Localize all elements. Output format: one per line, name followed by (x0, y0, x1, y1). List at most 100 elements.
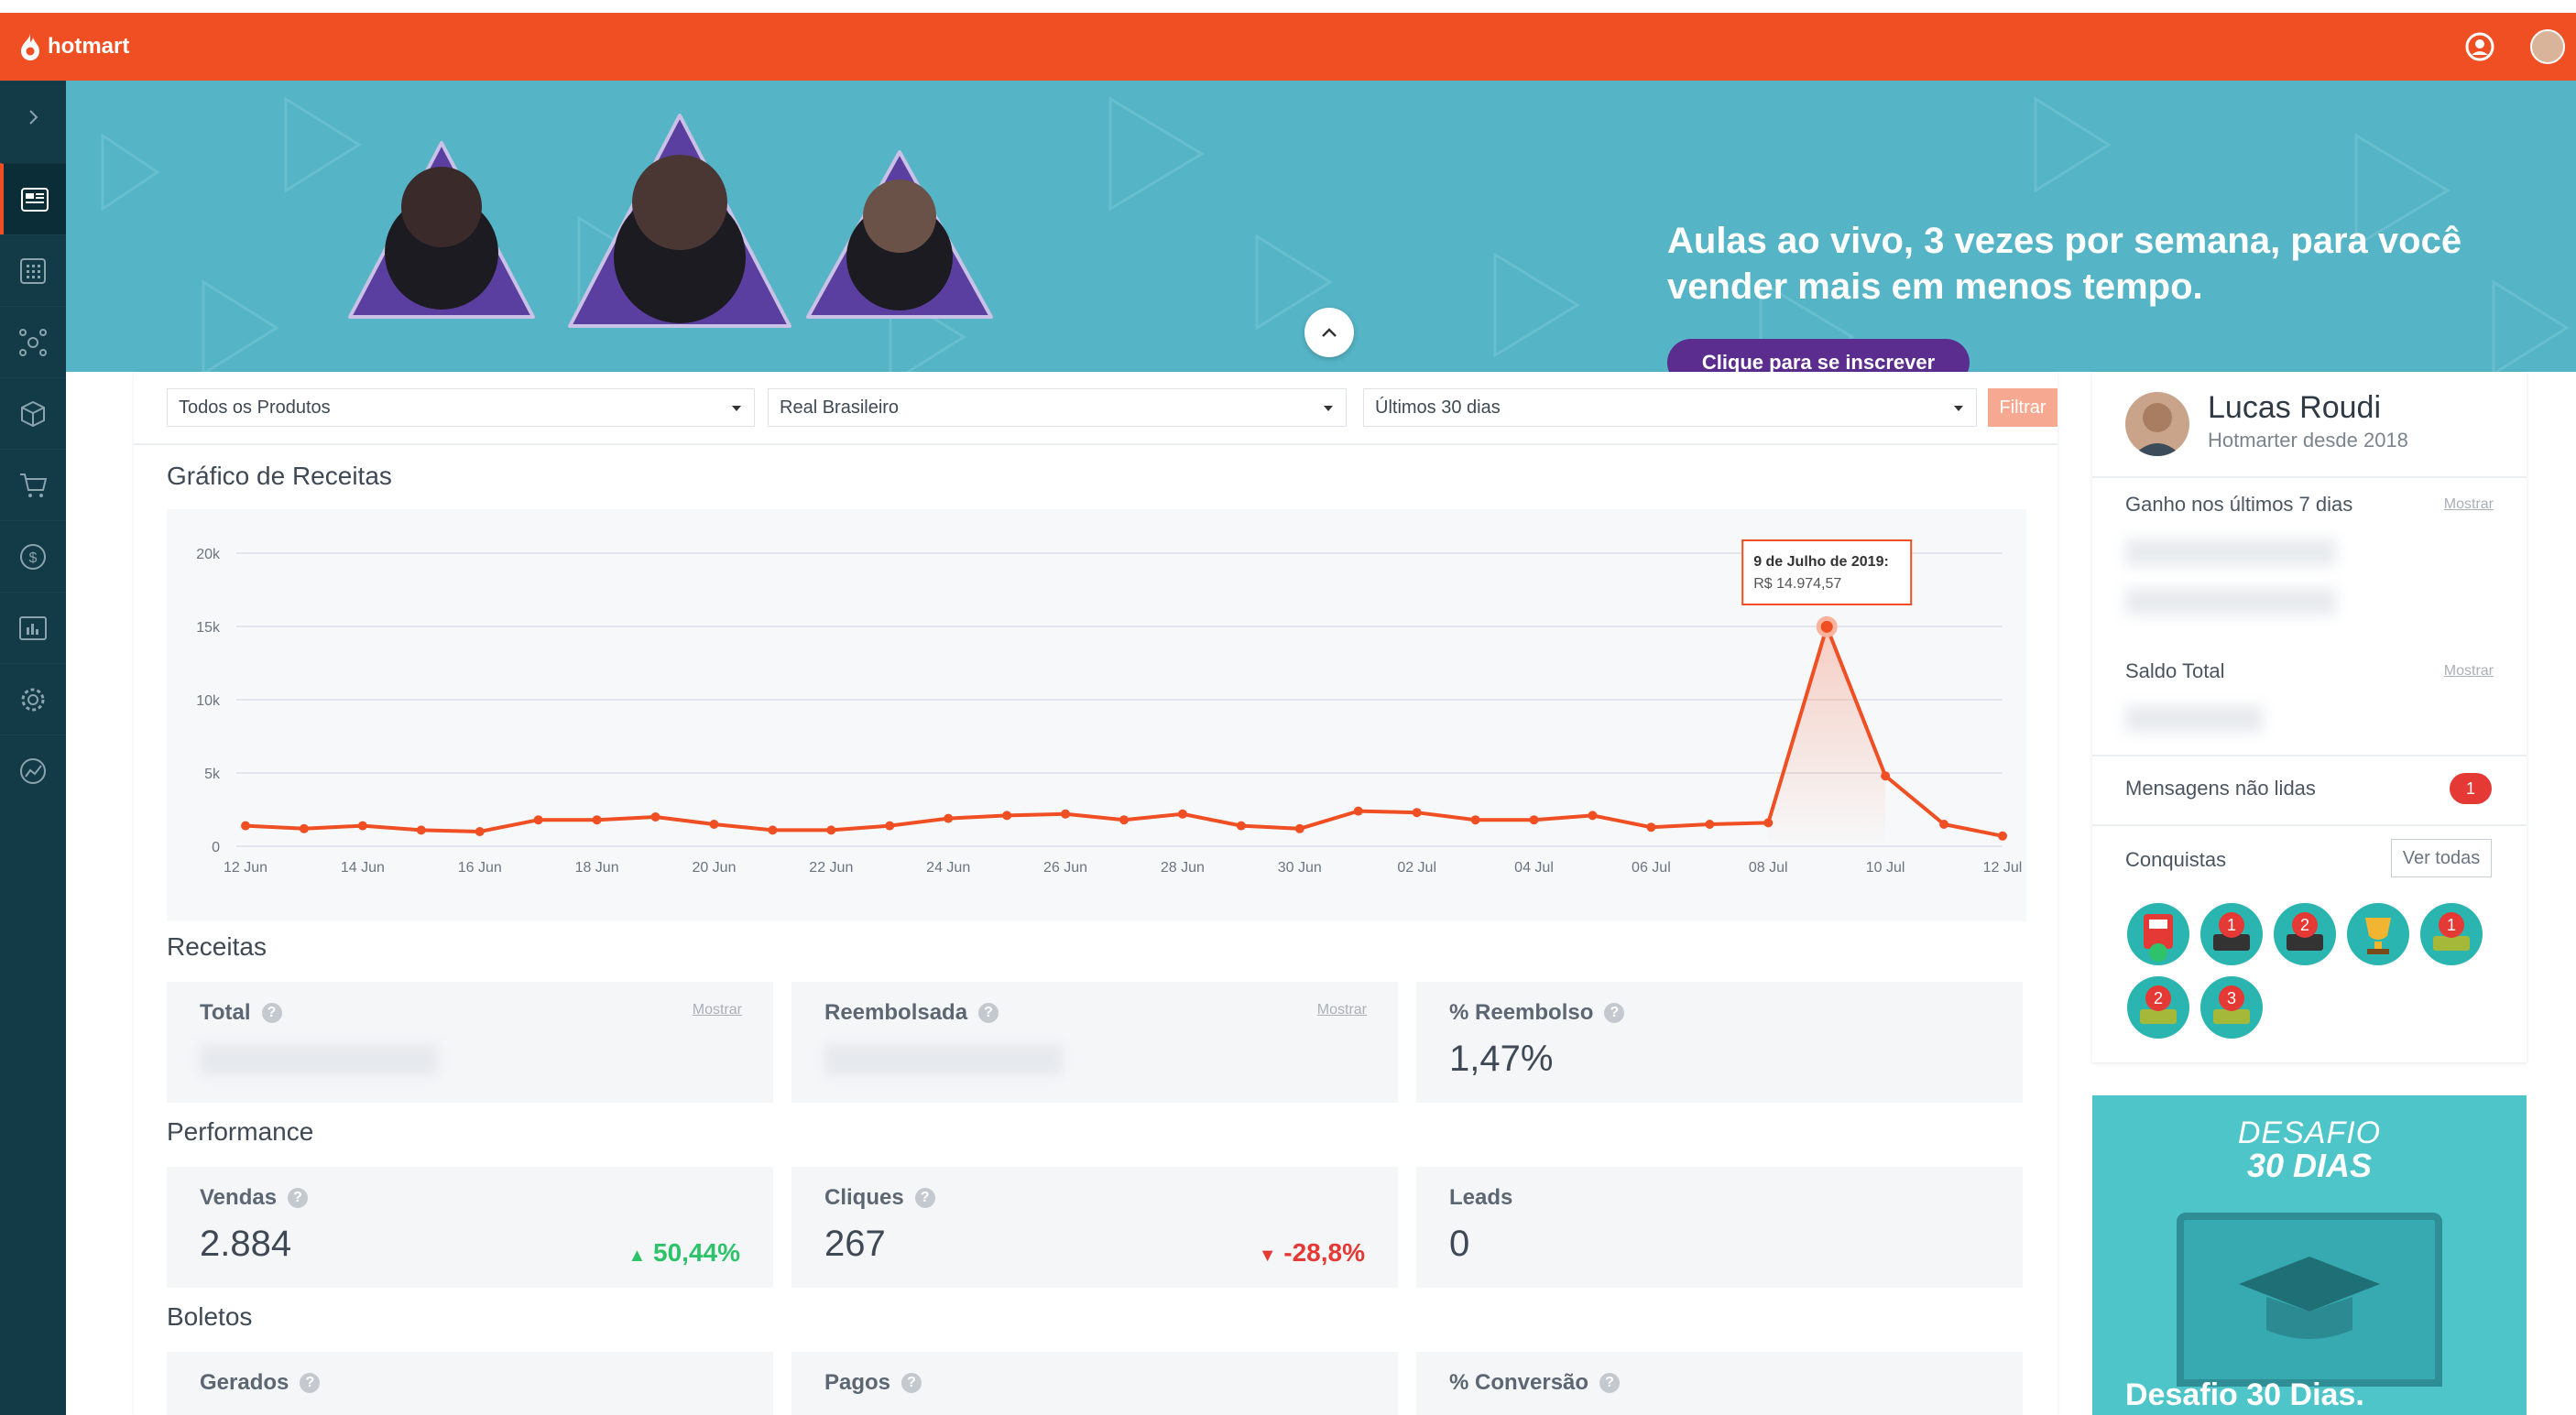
hidden-value (2125, 588, 2336, 615)
achievement-badge-icon[interactable]: 1 (2418, 901, 2484, 967)
hotmart-logo[interactable]: hotmart (18, 27, 129, 66)
achievement-badge-icon[interactable]: 2 (2272, 901, 2338, 967)
collapse-banner-button[interactable] (1304, 308, 1354, 357)
data-point (1588, 811, 1598, 821)
period-select-value: Últimos 30 dias (1375, 397, 1501, 418)
achievement-badge-icon[interactable]: 3 (2199, 974, 2265, 1040)
data-point (1236, 821, 1246, 831)
sidebar-item-cart[interactable] (0, 449, 66, 520)
help-icon[interactable]: ? (914, 1188, 935, 1208)
challenge-promo-card[interactable]: DESAFIO 30 DIAS Desafio 30 Dias. (2092, 1095, 2527, 1415)
revenue-chart[interactable]: 0 5k 10k 15k 20k 12 Jun 14 Jun 16 Jun 18 Jun 20 J… (167, 509, 2026, 921)
currency-select-value: Real Brasileiro (780, 397, 900, 418)
stat-leads-label: Leads (1449, 1185, 1513, 1210)
promo-title: Desafio 30 Dias. (2125, 1377, 2364, 1412)
achievement-badge-icon[interactable]: 1 (2199, 901, 2265, 967)
divider (2092, 755, 2527, 756)
data-point (1529, 815, 1539, 825)
sidebar-item-settings[interactable] (0, 663, 66, 735)
sidebar: $ (0, 81, 66, 1415)
sidebar-item-products[interactable] (0, 234, 66, 306)
badge-number: 2 (2154, 989, 2163, 1007)
period-select[interactable]: Últimos 30 dias (1363, 388, 1977, 427)
help-icon[interactable]: ? (300, 1373, 321, 1393)
help-icon[interactable]: ? (1604, 1003, 1625, 1023)
y-tick-label: 15k (196, 620, 221, 636)
boletos-title: Boletos (167, 1302, 253, 1331)
badge-number: 3 (2227, 989, 2236, 1007)
stat-leads-value: 0 (1449, 1224, 1470, 1264)
data-point (533, 815, 543, 825)
help-icon[interactable]: ? (978, 1003, 999, 1023)
product-select[interactable]: Todos os Produtos (167, 388, 755, 427)
unread-count-badge[interactable]: 1 (2450, 773, 2492, 804)
svg-text:$: $ (29, 550, 38, 566)
tooltip-title: 9 de Julho de 2019: (1753, 554, 1889, 570)
profile-name: Lucas Roudi (2208, 390, 2382, 425)
show-earned-link[interactable]: Mostrar (2444, 496, 2494, 513)
promo-line2: 30 DIAS (2246, 1147, 2373, 1184)
sidebar-item-dashboard[interactable] (0, 163, 66, 234)
y-tick-label: 0 (212, 840, 220, 855)
show-balance-link[interactable]: Mostrar (2444, 663, 2494, 680)
stat-total-label: Total? (200, 1000, 282, 1026)
data-point (241, 821, 250, 831)
data-point (1412, 808, 1422, 818)
product-select-value: Todos os Produtos (179, 397, 331, 418)
x-tick-label: 30 Jun (1278, 860, 1322, 876)
stat-clicks: Cliques? 267 ▼ -28,8% (791, 1167, 1398, 1288)
banner-headline: Aulas ao vivo, 3 vezes por semana, para … (1667, 221, 2462, 307)
revenue-chart-svg: 0 5k 10k 15k 20k 12 Jun 14 Jun 16 Jun 18 Jun 20 J… (196, 539, 2022, 876)
hidden-value (200, 1044, 438, 1075)
sidebar-item-finance[interactable]: $ (0, 520, 66, 592)
trophy-icon[interactable] (2345, 901, 2411, 967)
user-avatar[interactable] (2530, 29, 2565, 64)
x-tick-label: 26 Jun (1043, 860, 1087, 876)
show-refunded-link[interactable]: Mostrar (1317, 1002, 1367, 1018)
achievement-badge-icon[interactable]: 2 (2125, 974, 2191, 1040)
data-point (650, 812, 660, 822)
delta-text: -28,8% (1283, 1238, 1365, 1267)
x-tick-label: 20 Jun (692, 860, 736, 876)
peak-area (1768, 626, 1886, 846)
x-tick-label: 28 Jun (1161, 860, 1205, 876)
data-point (1002, 811, 1012, 821)
profile-since: Hotmarter desde 2018 (2208, 429, 2408, 452)
sidebar-item-analytics[interactable] (0, 735, 66, 806)
see-all-button[interactable]: Ver todas (2391, 839, 2492, 877)
stat-label-text: % Conversão (1449, 1370, 1589, 1395)
sidebar-item-box[interactable] (0, 377, 66, 449)
help-icon[interactable]: ? (1599, 1373, 1621, 1393)
messages-label[interactable]: Mensagens não lidas (2125, 777, 2316, 800)
sidebar-item-reports[interactable] (0, 592, 66, 663)
data-point (592, 815, 602, 825)
data-point (1998, 831, 2007, 841)
achievement-badge-icon[interactable] (2125, 901, 2191, 967)
filter-button[interactable]: Filtrar (1988, 388, 2058, 427)
stat-boletos-conversion: % Conversão? (1416, 1352, 2023, 1415)
expand-sidebar-icon[interactable] (0, 81, 66, 152)
currency-select[interactable]: Real Brasileiro (768, 388, 1347, 427)
help-icon[interactable]: ? (261, 1003, 282, 1023)
notifications-icon[interactable] (2462, 29, 2497, 64)
chevron-down-icon (732, 406, 741, 411)
filters-bar: Todos os Produtos Real Brasileiro Último… (167, 388, 2058, 427)
top-bar: hotmart (0, 13, 2576, 81)
stat-refunded: Reembolsada? Mostrar (791, 982, 1398, 1103)
x-tick-label: 02 Jul (1397, 860, 1436, 876)
performance-title: Performance (167, 1117, 314, 1146)
stat-total: Total? Mostrar (167, 982, 773, 1103)
help-icon[interactable]: ? (288, 1188, 309, 1208)
stat-clicks-label: Cliques? (824, 1185, 935, 1211)
help-icon[interactable]: ? (901, 1373, 922, 1393)
x-tick-label: 12 Jun (224, 860, 267, 876)
instructors-photos (348, 114, 993, 328)
show-total-link[interactable]: Mostrar (693, 1002, 742, 1018)
sidebar-item-affiliates[interactable] (0, 306, 66, 377)
stat-label-text: Total (200, 1000, 251, 1025)
laptop-illustration (2177, 1213, 2442, 1387)
subscribe-button[interactable]: Clique para se inscrever (1667, 339, 1970, 372)
stat-boletos-generated: Gerados? (167, 1352, 773, 1415)
data-point (1061, 809, 1071, 819)
data-point (1939, 820, 1949, 829)
